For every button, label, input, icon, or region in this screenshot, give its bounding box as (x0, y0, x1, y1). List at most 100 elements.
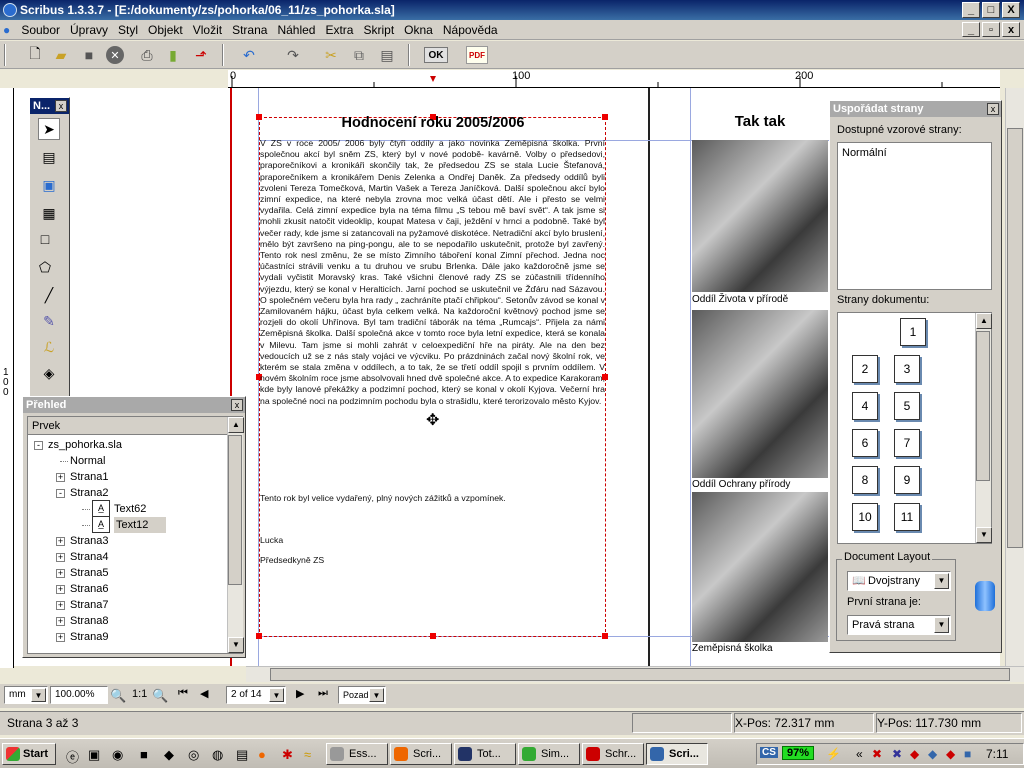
document-icon[interactable]: ● (0, 20, 13, 40)
outline-item[interactable]: Strana4 (70, 549, 109, 565)
pdf-button[interactable]: PDF (466, 46, 488, 64)
outline-item[interactable]: Strana1 (70, 469, 109, 485)
menu-2[interactable]: Styl (113, 20, 143, 40)
arrange-close-button[interactable]: x (987, 103, 999, 115)
minimize-button[interactable]: _ (962, 2, 980, 18)
quicklaunch-network-icon[interactable]: ▤ (236, 747, 248, 763)
template-item-normal[interactable]: Normální (838, 143, 991, 163)
page-thumbnail[interactable]: 9 (894, 466, 920, 494)
copy-icon[interactable]: ⧉ (348, 44, 370, 66)
doc-minimize-button[interactable]: _ (962, 22, 980, 37)
photo-1[interactable] (692, 140, 828, 292)
close-doc-icon[interactable]: ✕ (106, 46, 124, 64)
tray-icon-6[interactable]: ■ (964, 747, 971, 761)
outline-item[interactable]: Strana2 (70, 485, 109, 501)
zoom-in-icon[interactable]: 🔍 (152, 688, 168, 704)
tree-expander-icon[interactable]: - (34, 441, 43, 450)
quicklaunch-folder-icon[interactable]: ▣ (88, 747, 100, 763)
tree-expander-icon[interactable]: + (56, 537, 65, 546)
select-tool-icon[interactable]: ➤ (38, 118, 60, 140)
pages-scrollbar[interactable]: ▲ ▼ (975, 313, 992, 543)
print-icon[interactable]: ⎙ (136, 44, 158, 66)
page-thumbnail[interactable]: 8 (852, 466, 878, 494)
outline-close-button[interactable]: x (231, 399, 243, 411)
undo-icon[interactable]: ↶ (238, 44, 260, 66)
outline-item[interactable]: Normal (70, 453, 105, 469)
zoom-ratio-button[interactable]: 1:1 (132, 688, 147, 700)
zoom-out-icon[interactable]: 🔍 (110, 688, 126, 704)
tray-icon-5[interactable]: ◆ (946, 747, 955, 761)
menu-5[interactable]: Strana (227, 20, 272, 40)
tree-expander-icon[interactable]: + (56, 633, 65, 642)
photo-3[interactable] (692, 492, 828, 642)
taskbar-button[interactable]: Ess... (326, 743, 388, 765)
power-icon[interactable]: ⚡ (826, 747, 841, 761)
outline-item[interactable]: Text62 (114, 501, 146, 517)
outline-scrollbar[interactable]: ▲ ▼ (227, 417, 244, 653)
taskbar-button[interactable]: Schr... (582, 743, 644, 765)
close-button[interactable]: X (1002, 2, 1020, 18)
tray-icon-1[interactable]: ✖ (872, 747, 882, 761)
outline-item[interactable]: Text12 (114, 517, 167, 533)
image-frame-tool-icon[interactable]: ▣ (38, 174, 60, 196)
tray-icon-2[interactable]: ✖ (892, 747, 902, 761)
tray-expand-icon[interactable]: « (856, 747, 863, 761)
maximize-button[interactable]: □ (982, 2, 1000, 18)
quicklaunch-globe-icon[interactable]: ◎ (188, 747, 199, 763)
menu-0[interactable]: Soubor (16, 20, 65, 40)
menu-6[interactable]: Náhled (272, 20, 320, 40)
text-frame-tool-icon[interactable]: ▤ (38, 146, 60, 168)
taskbar-button[interactable]: Sim... (518, 743, 580, 765)
templates-list[interactable]: Normální (837, 142, 992, 290)
open-folder-icon[interactable]: ▰ (50, 44, 72, 66)
doc-maximize-button[interactable]: ▫ (982, 22, 1000, 37)
zoom-input[interactable]: 100.00% (50, 686, 108, 704)
menu-7[interactable]: Extra (320, 20, 358, 40)
quicklaunch-terminal-icon[interactable]: ■ (140, 747, 148, 762)
export-pdf-icon[interactable]: ⬏ (190, 44, 212, 66)
redo-icon[interactable]: ↷ (282, 44, 304, 66)
first-page-icon[interactable]: ⏮ (178, 687, 188, 700)
trash-icon[interactable] (975, 581, 995, 611)
taskbar-button[interactable]: Scri... (390, 743, 452, 765)
tree-expander-icon[interactable]: + (56, 473, 65, 482)
menu-4[interactable]: Vložit (188, 20, 227, 40)
quicklaunch-scribus-icon[interactable]: ✱ (282, 747, 293, 763)
tray-icon-4[interactable]: ◆ (928, 747, 937, 761)
taskbar-button[interactable]: Tot... (454, 743, 516, 765)
outline-item[interactable]: Strana6 (70, 581, 109, 597)
outline-item[interactable]: zs_pohorka.sla (48, 437, 122, 453)
battery-indicator[interactable]: 97% (782, 746, 815, 760)
quicklaunch-misc-icon[interactable]: ≈ (304, 747, 311, 762)
menu-8[interactable]: Skript (358, 20, 399, 40)
page-select[interactable]: 2 of 14 ▼ (226, 686, 286, 704)
paste-icon[interactable]: ▤ (376, 44, 398, 66)
tools-close-button[interactable]: x (55, 100, 67, 112)
first-page-select[interactable]: Pravá strana ▼ (847, 615, 951, 635)
doc-pages-view[interactable]: 1 2 3 4 5 6 7 8 9 10 11 ▲ ▼ (837, 312, 992, 544)
outline-item[interactable]: Strana5 (70, 565, 109, 581)
canvas-h-scrollbar[interactable] (246, 666, 1024, 682)
page-thumbnail[interactable]: 4 (852, 392, 878, 420)
outline-item[interactable]: Strana3 (70, 533, 109, 549)
ok-button[interactable]: OK (424, 47, 448, 63)
language-icon[interactable]: CS (760, 747, 778, 758)
photo-2[interactable] (692, 310, 828, 478)
page-thumbnail[interactable]: 1 (900, 318, 926, 346)
unit-select[interactable]: mm ▼ (4, 686, 48, 704)
cut-icon[interactable]: ✂ (320, 44, 342, 66)
quicklaunch-media-icon[interactable]: ◉ (112, 747, 123, 763)
tree-expander-icon[interactable]: + (56, 569, 65, 578)
new-document-icon[interactable]: 🗋 (24, 44, 46, 66)
outline-item[interactable]: Strana7 (70, 597, 109, 613)
outline-item[interactable]: Strana8 (70, 613, 109, 629)
tree-expander-icon[interactable]: + (56, 585, 65, 594)
quicklaunch-nav-icon[interactable]: ◍ (212, 747, 223, 763)
shape-tool-icon[interactable]: □ (34, 228, 56, 250)
layer-select[interactable]: Pozadí ▼ (338, 686, 386, 704)
tray-icon-3[interactable]: ◆ (910, 747, 919, 761)
line-tool-icon[interactable]: ╱ (38, 284, 60, 306)
tree-expander-icon[interactable]: - (56, 489, 65, 498)
page-thumbnail[interactable]: 7 (894, 429, 920, 457)
menu-9[interactable]: Okna (399, 20, 438, 40)
